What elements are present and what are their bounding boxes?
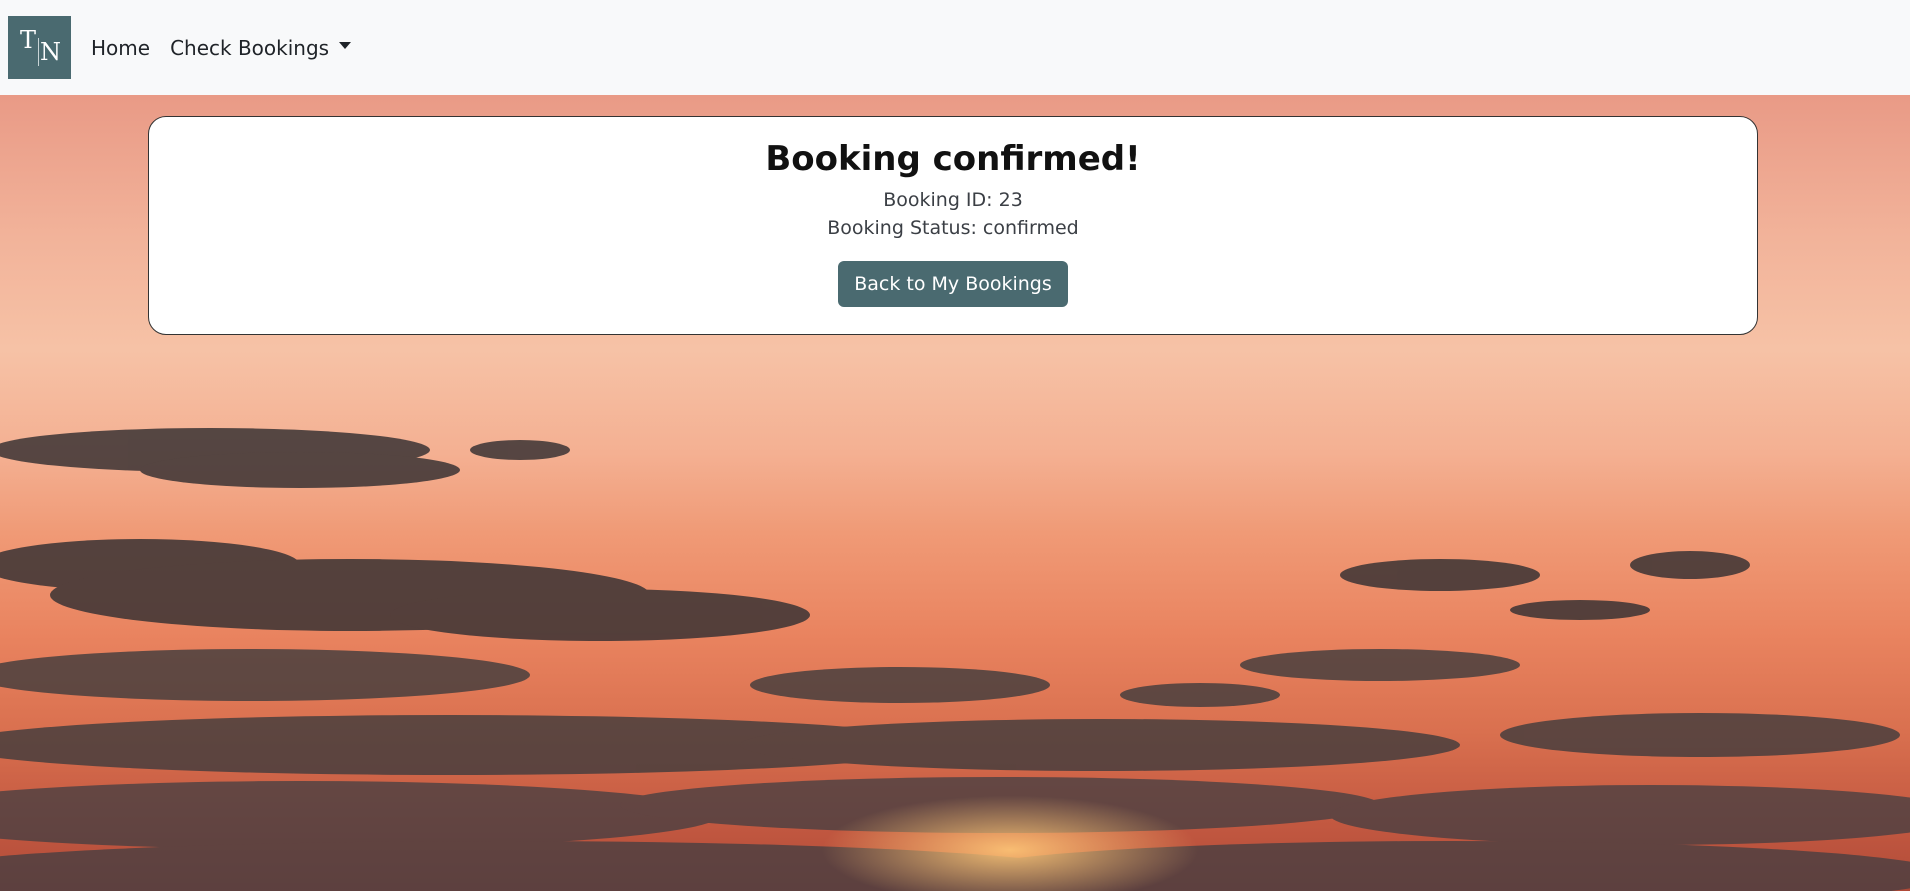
caret-down-icon [339,42,352,49]
booking-status-text: Booking Status: confirmed [827,217,1079,239]
nav-home-link[interactable]: Home [91,36,150,60]
booking-id-text: Booking ID: 23 [883,189,1023,211]
logo-divider [38,38,39,66]
check-bookings-label: Check Bookings [170,35,330,60]
booking-confirmation-card: Booking confirmed! Booking ID: 23 Bookin… [148,116,1758,335]
back-to-my-bookings-button[interactable]: Back to My Bookings [838,261,1068,307]
nav-check-bookings-dropdown[interactable]: Check Bookings [170,35,352,60]
top-navbar: T N Home Check Bookings [0,0,1910,95]
logo-letter-t: T [20,26,37,54]
brand-logo[interactable]: T N [8,16,71,79]
confirmation-title: Booking confirmed! [765,139,1141,179]
logo-letter-n: N [40,38,61,66]
